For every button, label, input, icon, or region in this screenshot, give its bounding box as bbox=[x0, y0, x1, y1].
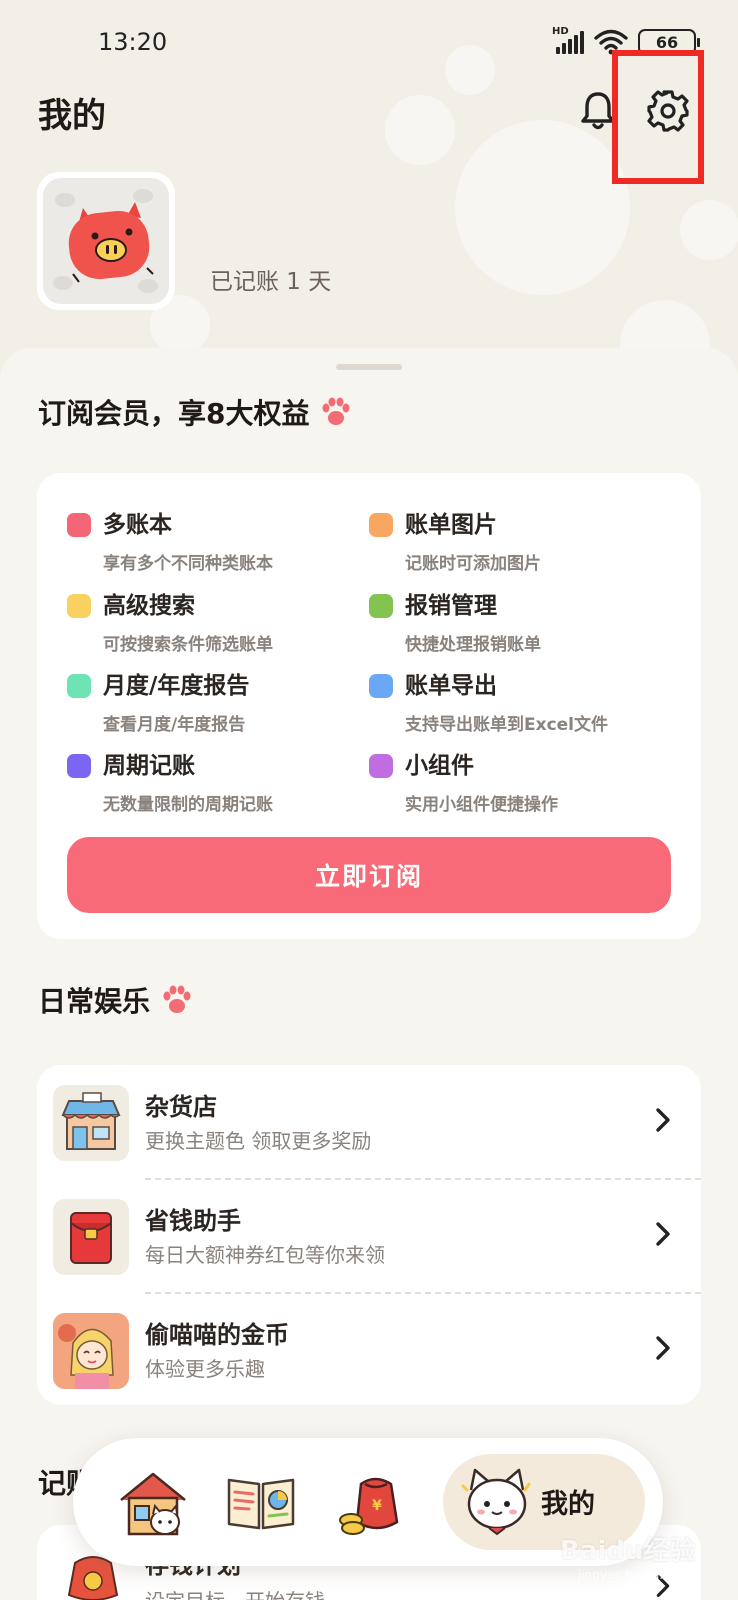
red-envelope-icon bbox=[53, 1199, 129, 1275]
pig-avatar-icon bbox=[53, 189, 158, 293]
entertainment-section-title: 日常娱乐 bbox=[38, 980, 194, 1020]
nav-home[interactable] bbox=[113, 1462, 193, 1542]
benefit-desc: 快捷处理报销账单 bbox=[405, 635, 541, 655]
money-bag-icon: ¥ bbox=[339, 1477, 399, 1535]
list-item-title: 省钱助手 bbox=[145, 1207, 241, 1235]
nav-mine-icon[interactable] bbox=[455, 1460, 535, 1540]
book-icon bbox=[227, 1478, 295, 1530]
watermark-sub: jingyan.baidu.com bbox=[578, 1568, 689, 1582]
nav-book[interactable] bbox=[221, 1462, 301, 1542]
entertainment-title-text: 日常娱乐 bbox=[38, 985, 151, 1018]
subscribe-button[interactable]: 立即订阅 bbox=[67, 837, 671, 913]
home-cat-icon bbox=[120, 1472, 186, 1536]
list-item-title: 杂货店 bbox=[145, 1093, 217, 1121]
benefit-name: 小组件 bbox=[405, 753, 474, 779]
chevron-right-icon bbox=[656, 1336, 670, 1360]
nav-mine-label[interactable]: 我的 bbox=[541, 1482, 595, 1521]
status-time: 13:20 bbox=[98, 28, 168, 56]
game-character-icon bbox=[53, 1313, 129, 1389]
paw-icon bbox=[163, 985, 191, 1013]
bg-bubble bbox=[680, 200, 738, 260]
benefit-desc: 无数量限制的周期记账 bbox=[103, 795, 273, 815]
benefit-dot bbox=[67, 594, 91, 618]
list-item-title: 偷喵喵的金币 bbox=[145, 1321, 289, 1349]
pig-avatar-icon bbox=[43, 178, 169, 304]
benefit-desc: 记账时可添加图片 bbox=[405, 554, 541, 574]
avatar[interactable] bbox=[37, 172, 175, 310]
chevron-right-icon bbox=[656, 1108, 670, 1132]
benefit-name: 账单图片 bbox=[405, 512, 497, 538]
watermark: Baidu经验 bbox=[560, 1536, 696, 1566]
list-item-shop[interactable]: 杂货店 更换主题色 领取更多奖励 bbox=[37, 1065, 701, 1177]
benefit-desc: 可按搜索条件筛选账单 bbox=[103, 635, 273, 655]
cat-face-icon bbox=[461, 1468, 531, 1536]
bg-bubble bbox=[385, 95, 455, 165]
nav-money[interactable]: ¥ bbox=[331, 1462, 411, 1542]
signal-icon: HD bbox=[552, 26, 584, 54]
benefit-dot bbox=[67, 674, 91, 698]
list-item-desc: 体验更多乐趣 bbox=[145, 1357, 265, 1381]
benefit-name: 报销管理 bbox=[405, 593, 497, 619]
bg-bubble bbox=[455, 120, 630, 295]
benefit-desc: 支持导出账单到Excel文件 bbox=[405, 715, 609, 735]
benefit-name: 周期记账 bbox=[103, 753, 195, 779]
benefit-dot bbox=[67, 754, 91, 778]
list-item-savings-helper[interactable]: 省钱助手 每日大额神券红包等你来领 bbox=[37, 1179, 701, 1291]
shop-icon bbox=[53, 1085, 129, 1161]
benefit-name: 账单导出 bbox=[405, 673, 497, 699]
benefit-desc: 享有多个不同种类账本 bbox=[103, 554, 273, 574]
entertainment-card: 杂货店 更换主题色 领取更多奖励 省钱助手 每日大额神券红包等你来领 偷喵喵的金… bbox=[37, 1065, 701, 1405]
benefit-dot bbox=[369, 674, 393, 698]
membership-section-title: 订阅会员，享8大权益 bbox=[38, 392, 353, 432]
svg-text:¥: ¥ bbox=[372, 1498, 382, 1514]
chevron-right-icon bbox=[656, 1222, 670, 1246]
benefit-dot bbox=[67, 513, 91, 537]
page-title: 我的 bbox=[38, 96, 106, 136]
benefit-name: 月度/年度报告 bbox=[103, 673, 250, 699]
list-item-desc: 更换主题色 领取更多奖励 bbox=[145, 1129, 372, 1153]
benefit-dot bbox=[369, 754, 393, 778]
membership-title-text: 订阅会员，享8大权益 bbox=[38, 397, 310, 430]
record-days-text: 已记账 1 天 bbox=[210, 269, 332, 295]
benefit-name: 多账本 bbox=[103, 512, 172, 538]
sheet-handle[interactable] bbox=[336, 364, 402, 370]
benefit-dot bbox=[369, 594, 393, 618]
settings-highlight-box bbox=[612, 50, 704, 184]
list-item-desc: 设定目标，开始存钱 bbox=[145, 1585, 325, 1600]
paw-icon bbox=[322, 397, 350, 425]
benefit-name: 高级搜索 bbox=[103, 593, 195, 619]
list-item-desc: 每日大额神券红包等你来领 bbox=[145, 1243, 385, 1267]
benefit-desc: 查看月度/年度报告 bbox=[103, 715, 246, 735]
benefit-dot bbox=[369, 513, 393, 537]
list-item-cat-coins[interactable]: 偷喵喵的金币 体验更多乐趣 bbox=[37, 1293, 701, 1405]
membership-card: 多账本 享有多个不同种类账本 账单图片 记账时可添加图片 高级搜索 可按搜索条件… bbox=[37, 473, 701, 939]
network-type-label: HD bbox=[552, 26, 569, 37]
benefit-desc: 实用小组件便捷操作 bbox=[405, 795, 558, 815]
